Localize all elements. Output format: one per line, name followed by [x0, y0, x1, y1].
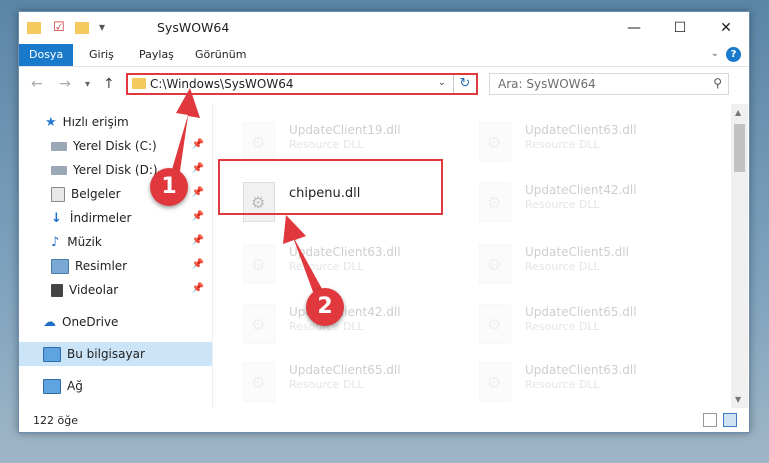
annotation-arrows	[168, 88, 326, 300]
step-1-badge: 1	[150, 168, 188, 206]
step-2-badge: 2	[306, 288, 344, 326]
arrow-2	[283, 215, 326, 300]
